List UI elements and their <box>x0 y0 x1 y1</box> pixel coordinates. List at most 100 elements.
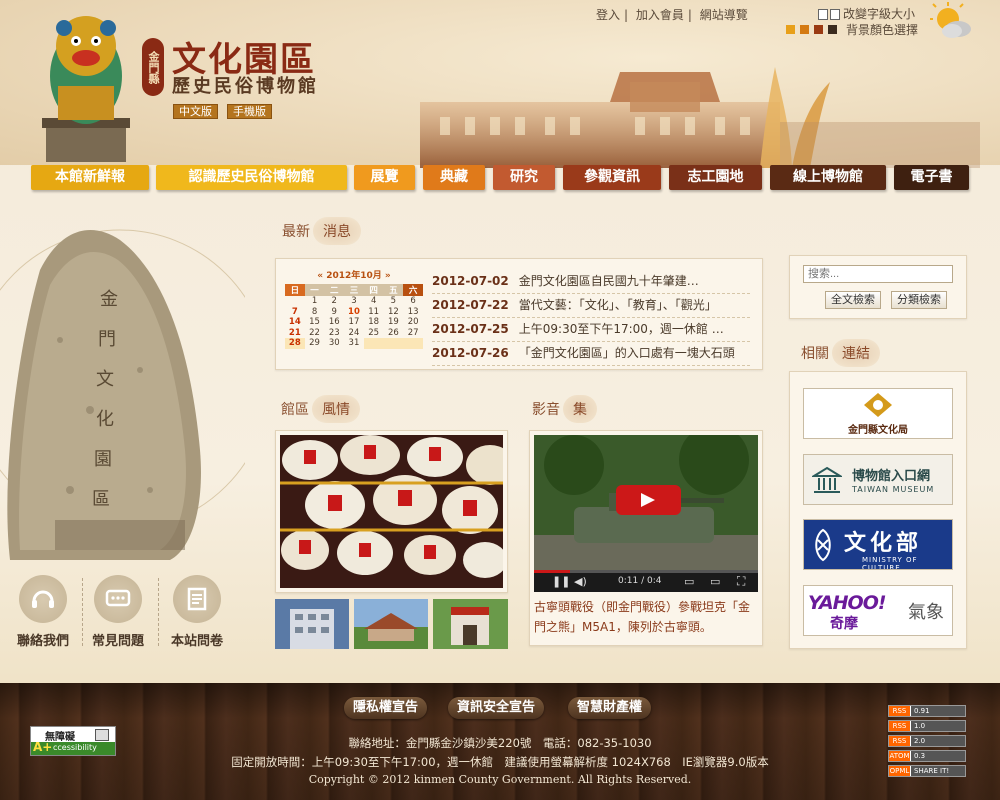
calendar-day[interactable]: 6 <box>403 296 423 307</box>
nav-visit-info[interactable]: 參觀資訊 <box>563 165 661 190</box>
calendar-day[interactable]: 14 <box>285 317 305 328</box>
font-large-icon[interactable] <box>830 9 840 20</box>
sitemap-link[interactable]: 網站導覽 <box>700 8 748 22</box>
video-caption[interactable]: 古寧頭戰役（即金門戰役）參戰坦克「金門之熊」M5A1，陳列於古寧頭。 <box>534 597 760 637</box>
lang-chinese-button[interactable]: 中文版 <box>173 104 218 119</box>
join-member-link[interactable]: 加入會員 <box>636 8 684 22</box>
news-item[interactable]: 2012-07-22 當代文藝：「文化」、「教育」、「觀光」 <box>432 294 750 318</box>
calendar-day[interactable]: 2 <box>324 296 344 307</box>
calendar-day[interactable]: 11 <box>364 307 384 318</box>
nav-collections[interactable]: 典藏 <box>423 165 485 190</box>
calendar-day[interactable]: 15 <box>305 317 325 328</box>
bg-swatch-yellow[interactable] <box>786 25 795 34</box>
ministry-en-label: MINISTRY OF CULTURE <box>862 556 918 570</box>
bg-swatch-dark[interactable] <box>828 25 837 34</box>
calendar-day[interactable]: 18 <box>364 317 384 328</box>
faq-button[interactable]: 常見問題 <box>88 575 148 649</box>
scenery-heading: 館區 風情 <box>281 395 360 423</box>
top-links: 登入 | 加入會員 | 網站導覽 <box>596 8 748 22</box>
ip-rights-button[interactable]: 智慧財產權 <box>568 697 652 719</box>
calendar-day[interactable]: 22 <box>305 328 325 339</box>
culture-bureau-link[interactable]: 金門縣文化局 <box>803 388 953 439</box>
volume-icon[interactable]: ◀) <box>574 575 587 588</box>
calendar-day[interactable]: 16 <box>324 317 344 328</box>
fulltext-search-button[interactable]: 全文檢索 <box>825 291 881 309</box>
calendar-day[interactable]: 17 <box>344 317 364 328</box>
nav-news[interactable]: 本館新鮮報 <box>31 165 149 190</box>
calendar-day[interactable] <box>285 296 305 307</box>
lanterns-photo[interactable] <box>280 435 503 588</box>
bg-swatch-orange[interactable] <box>800 25 809 34</box>
calendar-day[interactable]: 20 <box>403 317 423 328</box>
news-title[interactable]: 金門文化園區自民國九十年肇建… <box>519 274 699 288</box>
privacy-button[interactable]: 隱私權宣告 <box>344 697 428 719</box>
museum-building-icon <box>812 466 842 493</box>
atom-badge[interactable]: ATOM 0.3 <box>888 750 966 762</box>
video-progress[interactable] <box>534 570 758 573</box>
nav-research[interactable]: 研究 <box>493 165 555 190</box>
calendar-day[interactable]: 19 <box>384 317 404 328</box>
news-title[interactable]: 上午09:30至下午17:00，週一休館 … <box>519 322 724 336</box>
calendar-day[interactable]: 4 <box>364 296 384 307</box>
rss-091-badge[interactable]: RSS 0.91 <box>888 705 966 717</box>
calendar-day[interactable]: 27 <box>403 328 423 339</box>
scenery-thumb-1[interactable] <box>275 599 349 649</box>
yahoo-weather-link[interactable]: YAHOO! 奇摩 氣象 <box>803 585 953 636</box>
search-input[interactable] <box>803 265 953 283</box>
news-item[interactable]: 2012-07-26 「金門文化園區」的入口處有一塊大石頭 <box>432 342 750 366</box>
nav-online-museum[interactable]: 線上博物館 <box>770 165 886 190</box>
ministry-of-culture-link[interactable]: 文化部 MINISTRY OF CULTURE <box>803 519 953 570</box>
calendar-day[interactable]: 26 <box>384 328 404 339</box>
calendar-day[interactable]: 30 <box>324 338 344 349</box>
nav-exhibitions[interactable]: 展覽 <box>354 165 415 190</box>
calendar-day[interactable]: 12 <box>384 307 404 318</box>
contact-us-button[interactable]: 聯絡我們 <box>13 575 73 649</box>
calendar-day[interactable]: 29 <box>305 338 325 349</box>
settings-icon[interactable]: ▭ <box>684 575 694 588</box>
calendar-day[interactable]: 5 <box>384 296 404 307</box>
news-item[interactable]: 2012-07-25 上午09:30至下午17:00，週一休館 … <box>432 318 750 342</box>
calendar-day[interactable]: 21 <box>285 328 305 339</box>
calendar-day[interactable]: 24 <box>344 328 364 339</box>
rss-20-badge[interactable]: RSS 2.0 <box>888 735 966 747</box>
category-search-button[interactable]: 分類檢索 <box>891 291 947 309</box>
calendar-day[interactable]: 1 <box>305 296 325 307</box>
font-small-icon[interactable] <box>818 9 828 20</box>
scenery-thumb-3[interactable] <box>433 599 508 649</box>
calendar-day-today[interactable]: 10 <box>344 307 364 318</box>
feed-type: RSS <box>889 721 911 731</box>
login-link[interactable]: 登入 <box>596 8 620 22</box>
accessibility-badge[interactable]: 無障礙 A+ ccessibility <box>30 726 116 756</box>
news-title[interactable]: 「金門文化園區」的入口處有一塊大石頭 <box>519 346 735 360</box>
pause-icon[interactable]: ❚❚ <box>552 575 570 588</box>
calendar-day[interactable]: 9 <box>324 307 344 318</box>
news-title[interactable]: 當代文藝：「文化」、「教育」、「觀光」 <box>519 298 717 312</box>
theater-icon[interactable]: ▭ <box>710 575 720 588</box>
opml-badge[interactable]: OPML SHARE IT! <box>888 765 966 777</box>
calendar-day[interactable]: 8 <box>305 307 325 318</box>
calendar-day[interactable]: 3 <box>344 296 364 307</box>
video-player[interactable]: ❚❚ ◀) 0:11 / 0:4 ▭ ▭ ⛶ <box>534 435 758 592</box>
infosec-button[interactable]: 資訊安全宣告 <box>448 697 545 719</box>
news-item[interactable]: 2012-07-02 金門文化園區自民國九十年肇建… <box>432 270 750 294</box>
links-heading-2: 連結 <box>832 339 880 367</box>
font-size-control[interactable]: 改變字級大小 <box>818 5 915 22</box>
nav-ebook[interactable]: 電子書 <box>894 165 969 190</box>
bg-swatch-red[interactable] <box>814 25 823 34</box>
calendar-day[interactable]: 28 <box>285 338 305 349</box>
calendar-day[interactable]: 31 <box>344 338 364 349</box>
calendar-day[interactable]: 13 <box>403 307 423 318</box>
survey-button[interactable]: 本站問卷 <box>167 575 227 649</box>
survey-form-icon <box>173 575 221 623</box>
nav-volunteers[interactable]: 志工園地 <box>669 165 762 190</box>
scenery-thumb-2[interactable] <box>354 599 428 649</box>
calendar-day[interactable]: 23 <box>324 328 344 339</box>
yahoo-sub-logo: 奇摩 <box>830 616 858 632</box>
museum-portal-link[interactable]: 博物館入口網 TAIWAN MUSEUM <box>803 454 953 505</box>
lang-mobile-button[interactable]: 手機版 <box>227 104 272 119</box>
calendar-day[interactable]: 7 <box>285 307 305 318</box>
rss-10-badge[interactable]: RSS 1.0 <box>888 720 966 732</box>
calendar-day[interactable]: 25 <box>364 328 384 339</box>
nav-about[interactable]: 認識歷史民俗博物館 <box>156 165 347 190</box>
fullscreen-icon[interactable]: ⛶ <box>737 574 745 589</box>
